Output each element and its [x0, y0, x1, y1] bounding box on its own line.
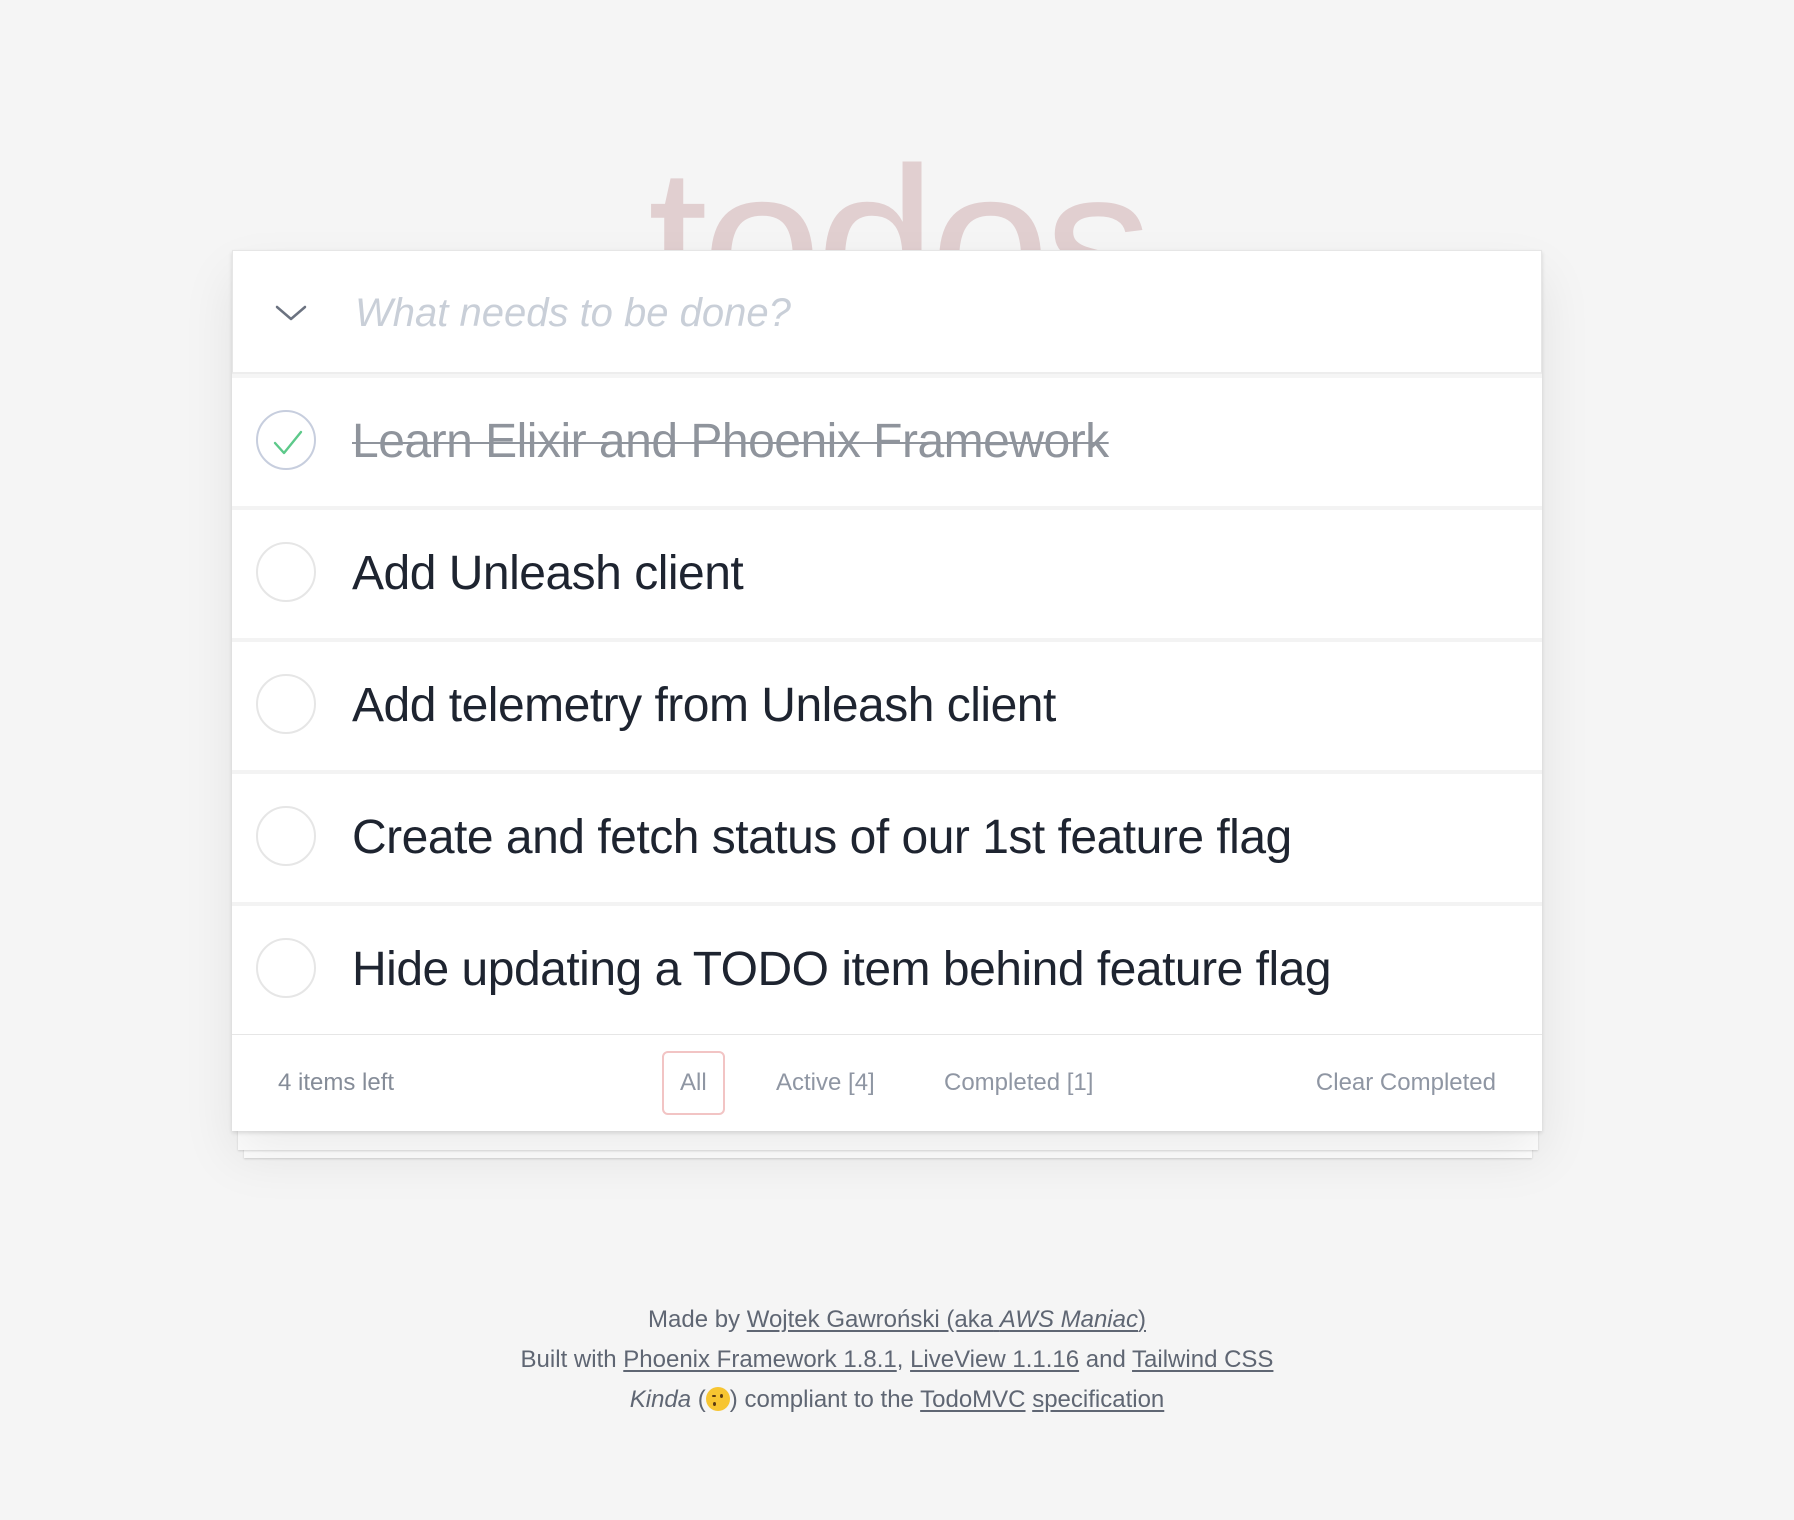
alias-text: AWS Maniac — [999, 1306, 1138, 1333]
todo-footer: 4 items left All Active [4] Completed [1… — [232, 1035, 1542, 1131]
todo-label[interactable]: Add Unleash client — [352, 510, 744, 638]
todo-toggle-checkbox[interactable] — [256, 806, 316, 866]
specification-link[interactable]: specification — [1032, 1386, 1164, 1413]
todo-label[interactable]: Add telemetry from Unleash client — [352, 642, 1056, 770]
todo-list: Learn Elixir and Phoenix Framework Add U… — [232, 374, 1542, 1035]
info-footer: Made by Wojtek Gawroński (aka AWS Maniac… — [0, 1300, 1794, 1420]
todo-toggle-checkbox[interactable] — [256, 938, 316, 998]
author-link[interactable]: Wojtek Gawroński (aka AWS Maniac) — [747, 1306, 1146, 1333]
phoenix-link[interactable]: Phoenix Framework 1.8.1 — [623, 1346, 896, 1373]
info-line-author: Made by Wojtek Gawroński (aka AWS Maniac… — [0, 1300, 1794, 1340]
stack-shadow-middle — [238, 1130, 1538, 1150]
info-line-compliance: Kinda () compliant to the TodoMVC specif… — [629, 1386, 1165, 1413]
items-left-count: 4 items left — [278, 1069, 395, 1096]
compliant-text: compliant to the — [744, 1386, 914, 1413]
new-todo-input[interactable] — [355, 273, 1495, 353]
built-with-text: Built with — [520, 1346, 617, 1373]
todo-toggle-checkbox[interactable] — [256, 542, 316, 602]
todo-toggle-checkbox[interactable] — [256, 674, 316, 734]
chevron-down-icon — [275, 305, 307, 321]
checkmark-icon — [273, 430, 303, 455]
todo-toggle-checkbox[interactable] — [256, 410, 316, 470]
filter-completed-tab[interactable]: Completed [1] — [944, 1051, 1093, 1115]
filter-active-tab[interactable]: Active [4] — [776, 1051, 875, 1115]
liveview-link[interactable]: LiveView 1.1.16 — [910, 1346, 1079, 1373]
todo-label[interactable]: Hide updating a TODO item behind feature… — [352, 906, 1332, 1034]
todo-header — [232, 250, 1542, 374]
todo-item: Create and fetch status of our 1st featu… — [232, 774, 1542, 906]
todo-item: Hide updating a TODO item behind feature… — [232, 906, 1542, 1035]
todomvc-link[interactable]: TodoMVC — [920, 1386, 1025, 1413]
todo-item: Add Unleash client — [232, 510, 1542, 642]
todo-item: Learn Elixir and Phoenix Framework — [232, 378, 1542, 510]
filter-all-tab[interactable]: All — [662, 1051, 725, 1115]
todo-label[interactable]: Create and fetch status of our 1st featu… — [352, 774, 1292, 902]
todo-label[interactable]: Learn Elixir and Phoenix Framework — [352, 378, 1109, 506]
tailwind-link[interactable]: Tailwind CSS — [1132, 1346, 1273, 1373]
info-line-built-with: Built with Phoenix Framework 1.8.1, Live… — [520, 1346, 1274, 1373]
todo-app: Learn Elixir and Phoenix Framework Add U… — [232, 250, 1542, 1131]
todo-item: Add telemetry from Unleash client — [232, 642, 1542, 774]
toggle-all-button[interactable] — [269, 291, 313, 335]
made-by-text: Made by — [648, 1306, 741, 1333]
clear-completed-button[interactable]: Clear Completed — [1316, 1035, 1496, 1131]
kinda-text: Kinda — [629, 1386, 692, 1413]
winking-face-icon — [705, 1387, 730, 1411]
and-text: and — [1085, 1346, 1126, 1373]
